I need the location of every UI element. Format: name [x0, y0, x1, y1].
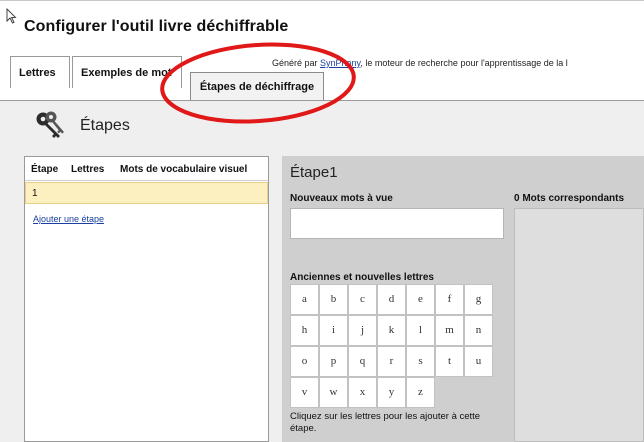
matching-words-list[interactable] [514, 208, 644, 442]
add-step-link[interactable]: Ajouter une étape [33, 214, 104, 224]
matching-words-label: 0 Mots correspondants [514, 193, 625, 204]
synphony-link[interactable]: SynPhony [320, 58, 360, 68]
generated-by-prefix: Généré par [272, 58, 321, 68]
step-row-selected[interactable]: 1 [25, 182, 268, 204]
new-words-input[interactable] [290, 208, 504, 239]
mouse-cursor-icon [6, 8, 17, 24]
letter-cell[interactable]: s [406, 346, 435, 377]
column-header-lettres[interactable]: Lettres [71, 164, 104, 175]
letter-cell[interactable]: d [377, 284, 406, 315]
column-header-etape[interactable]: Étape [31, 164, 58, 175]
letter-cell[interactable]: f [435, 284, 464, 315]
letter-cell[interactable]: t [435, 346, 464, 377]
letter-cell[interactable]: p [319, 346, 348, 377]
dialog-title: Configurer l'outil livre déchiffrable [24, 18, 289, 35]
section-heading: Étapes [80, 117, 130, 134]
letter-cell[interactable]: g [464, 284, 493, 315]
letter-cell[interactable]: a [290, 284, 319, 315]
letter-cell[interactable]: o [290, 346, 319, 377]
tab-lettres[interactable]: Lettres [10, 56, 70, 88]
letter-cell[interactable]: c [348, 284, 377, 315]
letter-cell[interactable]: n [464, 315, 493, 346]
generated-by-suffix: , le moteur de recherche pour l'apprenti… [360, 58, 568, 68]
letter-cell[interactable]: m [435, 315, 464, 346]
step-editor-panel: Étape1 Nouveaux mots à vue 0 Mots corres… [282, 156, 644, 442]
letter-cell[interactable]: b [319, 284, 348, 315]
new-words-label: Nouveaux mots à vue [290, 193, 393, 204]
letter-cell[interactable]: i [319, 315, 348, 346]
letter-cell[interactable]: j [348, 315, 377, 346]
letter-cell[interactable]: x [348, 377, 377, 408]
step-number: 1 [32, 188, 38, 199]
letter-cell[interactable]: z [406, 377, 435, 408]
letter-cell[interactable]: k [377, 315, 406, 346]
generated-by-note: Généré par SynPhony, le moteur de recher… [272, 58, 568, 68]
letter-cell[interactable]: q [348, 346, 377, 377]
letter-cell[interactable]: u [464, 346, 493, 377]
letter-cell[interactable]: r [377, 346, 406, 377]
steps-list: Étape Lettres Mots de vocabulaire visuel… [24, 156, 269, 442]
steps-list-header: Étape Lettres Mots de vocabulaire visuel [25, 157, 268, 181]
step-title: Étape1 [290, 164, 338, 181]
tab-etapes-de-dechiffrage[interactable]: Étapes de déchiffrage [190, 72, 324, 100]
tab-exemples-de-mots[interactable]: Exemples de mot [72, 56, 182, 88]
column-header-mots-vocabulaire[interactable]: Mots de vocabulaire visuel [120, 164, 247, 175]
letter-cell[interactable]: y [377, 377, 406, 408]
letters-hint: Cliquez sur les lettres pour les ajouter… [290, 411, 481, 434]
top-border [0, 0, 644, 1]
keys-icon [36, 111, 64, 138]
letter-cell[interactable]: h [290, 315, 319, 346]
letters-label: Anciennes et nouvelles lettres [290, 272, 434, 283]
letter-cell[interactable]: e [406, 284, 435, 315]
letter-cell[interactable]: l [406, 315, 435, 346]
letter-cell[interactable]: w [319, 377, 348, 408]
letter-cell[interactable]: v [290, 377, 319, 408]
